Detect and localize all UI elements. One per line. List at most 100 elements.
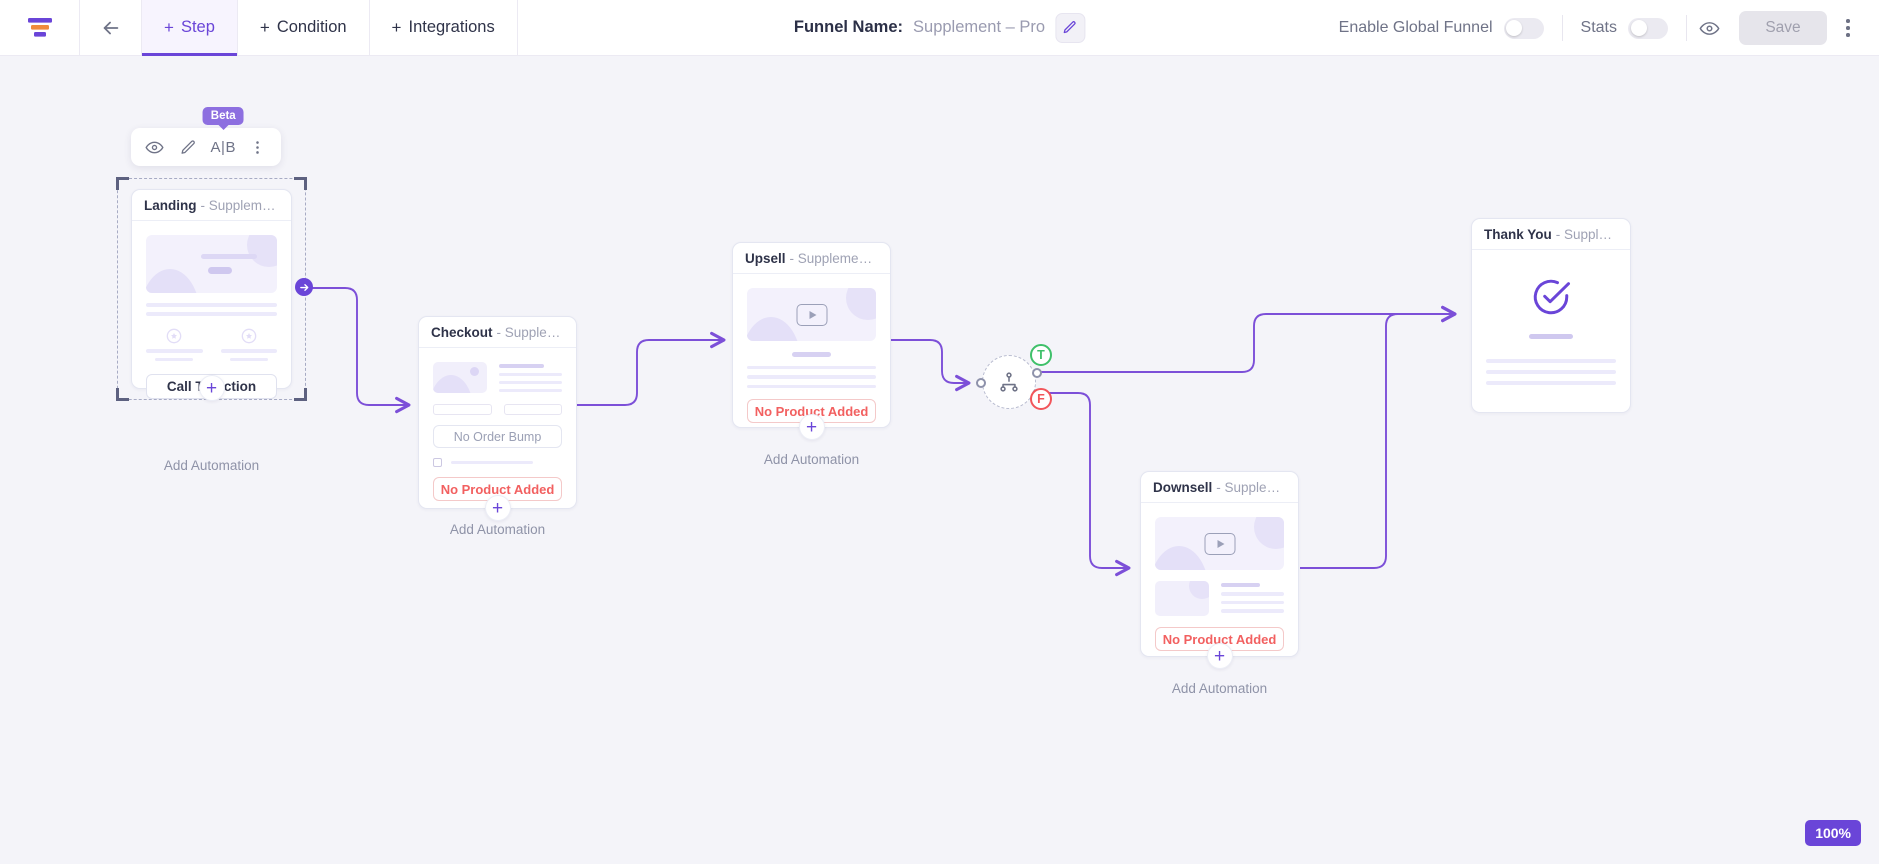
video-play-icon: [796, 303, 827, 326]
tab-condition[interactable]: + Condition: [238, 0, 370, 56]
checkout-add-automation[interactable]: Add Automation: [418, 522, 577, 537]
stats-label: Stats: [1580, 19, 1617, 36]
condition-node[interactable]: [976, 355, 1042, 409]
more-options-icon: [256, 140, 260, 154]
global-funnel-group: Enable Global Funnel: [1321, 17, 1562, 39]
node-ab-test-button[interactable]: Beta A|B: [202, 107, 244, 166]
funnel-canvas[interactable]: Beta A|B Landing - Supplement La...: [0, 56, 1879, 864]
funnel-logo-icon: [27, 17, 52, 37]
node-thankyou-subtitle: - Supplement T...: [1555, 226, 1618, 242]
tab-step-label: Step: [180, 18, 215, 36]
skeleton-line: [499, 380, 562, 384]
skeleton-line: [747, 375, 876, 379]
decor-blob: [747, 317, 801, 341]
edge-downsell-thankyou: [1300, 305, 1457, 569]
preview-button[interactable]: [1687, 6, 1731, 50]
kebab-dot: [1846, 19, 1850, 23]
topbar-right-group: Enable Global Funnel Stats Save: [1321, 0, 1879, 56]
check-circle-icon: [1533, 279, 1570, 315]
node-landing-subtitle: - Supplement La...: [200, 197, 280, 213]
branch-split-icon: [1000, 372, 1018, 392]
resize-handle-tr[interactable]: [294, 177, 307, 190]
arrow-right-icon: [299, 283, 308, 291]
node-landing-title: Landing: [144, 197, 197, 213]
input-placeholder[interactable]: [433, 404, 492, 415]
node-landing[interactable]: Landing - Supplement La...: [131, 189, 313, 401]
skeleton-line: [747, 365, 876, 369]
skeleton-line: [499, 388, 562, 392]
node-checkout-subtitle: - Supplement C...: [496, 324, 564, 340]
feature-column: [146, 328, 203, 361]
input-placeholder[interactable]: [503, 404, 562, 415]
back-button[interactable]: [80, 0, 142, 56]
node-downsell[interactable]: Downsell - Supplement D... No Pr: [1140, 471, 1299, 669]
condition-false-badge[interactable]: F: [1030, 388, 1052, 410]
condition-true-badge[interactable]: T: [1030, 344, 1052, 366]
video-placeholder: [747, 288, 876, 341]
node-downsell-title: Downsell: [1153, 479, 1213, 495]
kebab-dot: [1846, 33, 1850, 37]
resize-handle-tl[interactable]: [116, 177, 129, 190]
tab-integrations[interactable]: + Integrations: [370, 0, 518, 56]
landing-add-automation[interactable]: Add Automation: [131, 458, 292, 473]
resize-handle-bl[interactable]: [116, 388, 129, 401]
node-upsell[interactable]: Upsell - Supplement U... No Product Adde…: [732, 242, 891, 440]
skeleton-line: [1221, 583, 1261, 587]
eye-preview-icon: [1699, 21, 1719, 35]
landing-output-port[interactable]: [295, 278, 313, 296]
skeleton-line: [1221, 609, 1284, 613]
node-thankyou[interactable]: Thank You - Supplement T...: [1471, 218, 1631, 413]
edit-pencil-icon: [181, 139, 196, 154]
more-options-button[interactable]: [1831, 8, 1865, 48]
plus-icon: +: [164, 18, 174, 37]
skeleton-line: [499, 364, 545, 368]
zoom-level-badge[interactable]: 100%: [1805, 820, 1861, 846]
skeleton-line: [146, 303, 277, 307]
funnel-name-label: Funnel Name:: [793, 18, 904, 36]
downsell-add-automation[interactable]: Add Automation: [1140, 681, 1299, 696]
node-upsell-preview: No Product Added: [733, 274, 890, 433]
global-funnel-toggle[interactable]: [1503, 17, 1544, 39]
node-downsell-preview: No Product Added: [1141, 503, 1298, 661]
save-button[interactable]: Save: [1739, 11, 1827, 45]
node-upsell-subtitle: - Supplement U...: [789, 250, 878, 266]
pencil-edit-icon: [1063, 21, 1076, 34]
condition-input-port[interactable]: [976, 378, 986, 388]
stats-toggle[interactable]: [1628, 17, 1668, 39]
skeleton-line: [1528, 334, 1574, 339]
node-more-options-button[interactable]: [241, 128, 276, 166]
node-upsell-title: Upsell: [745, 250, 786, 266]
checkbox-placeholder[interactable]: [433, 458, 442, 467]
skeleton-line: [201, 254, 258, 259]
upsell-add-step-button[interactable]: +: [798, 414, 825, 440]
node-checkout-header: Checkout - Supplement C...: [419, 317, 576, 348]
funnel-name-value: Supplement – Pro: [913, 18, 1046, 36]
downsell-add-step-button[interactable]: +: [1206, 643, 1233, 669]
upsell-add-automation[interactable]: Add Automation: [732, 452, 891, 467]
skeleton-line: [791, 352, 832, 357]
edit-funnel-name-button[interactable]: [1055, 12, 1086, 43]
node-checkout[interactable]: Checkout - Supplement C... No: [418, 316, 577, 521]
tab-step[interactable]: + Step: [142, 0, 238, 56]
checkout-add-step-button[interactable]: +: [484, 495, 511, 521]
edge-upsell-condition: [890, 339, 971, 392]
node-downsell-subtitle: - Supplement D...: [1216, 479, 1286, 495]
image-placeholder: [433, 362, 487, 393]
skeleton-line: [146, 349, 203, 353]
node-preview-button[interactable]: [137, 128, 172, 166]
decor-blob: [846, 288, 876, 320]
decor-blob: [1254, 517, 1284, 549]
app-logo[interactable]: [0, 0, 80, 56]
kebab-dot: [1846, 26, 1850, 30]
node-thankyou-title: Thank You: [1484, 226, 1552, 242]
condition-true-port[interactable]: [1032, 368, 1042, 378]
skeleton-line: [1486, 370, 1616, 374]
decor-blob: [146, 269, 200, 293]
node-edit-button[interactable]: [172, 128, 207, 166]
skeleton-line: [146, 312, 277, 316]
order-bump-slot[interactable]: No Order Bump: [433, 425, 562, 448]
stats-group: Stats: [1563, 17, 1686, 39]
landing-add-step-button[interactable]: +: [198, 375, 225, 401]
resize-handle-br[interactable]: [294, 388, 307, 401]
back-arrow-icon: [103, 21, 118, 34]
